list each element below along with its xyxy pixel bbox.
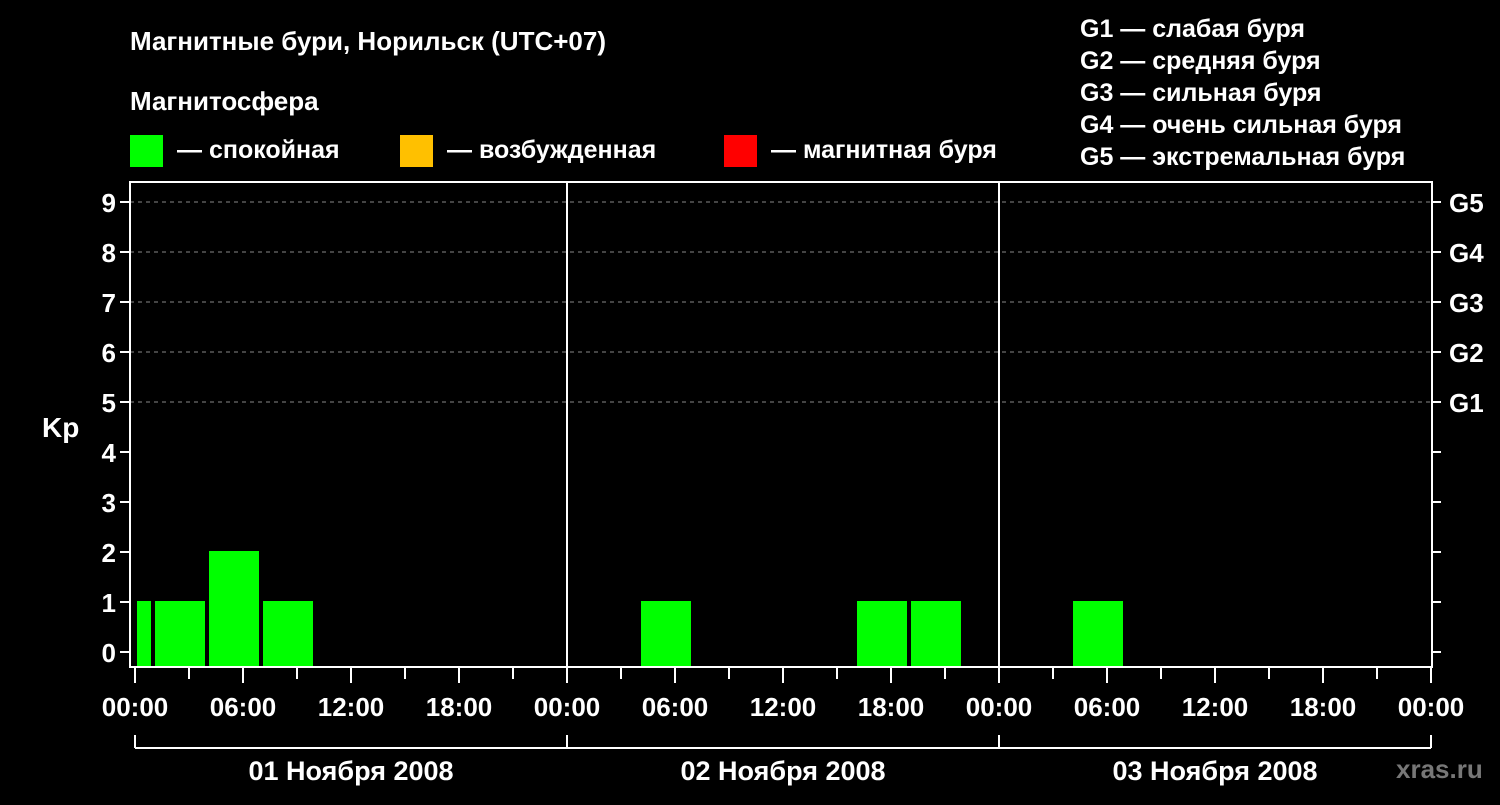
legend-swatch-3	[724, 135, 757, 167]
legend-storm-label-1: G1 — слабая буря	[1080, 15, 1305, 43]
x-tick-label: 12:00	[750, 692, 817, 722]
y-tick-label: 5	[102, 388, 116, 418]
y-tick-label: 1	[102, 588, 116, 618]
bars	[137, 551, 1123, 667]
x-tick-label: 12:00	[1182, 692, 1249, 722]
legend-state-label-2: — возбужденная	[447, 136, 656, 164]
legend-swatch-2	[400, 135, 433, 167]
x-tick-label: 00:00	[534, 692, 601, 722]
kp-bar	[641, 601, 691, 667]
x-tick-label: 12:00	[318, 692, 385, 722]
g-tick-label: G2	[1449, 338, 1484, 368]
g-tick-label: G5	[1449, 188, 1484, 218]
section-label: Магнитосфера	[130, 86, 319, 116]
x-tick-label: 06:00	[642, 692, 709, 722]
x-tick-label: 00:00	[966, 692, 1033, 722]
kp-bar	[263, 601, 313, 667]
kp-bar	[857, 601, 907, 667]
y-tick-label: 2	[102, 538, 116, 568]
y-axis-label: Kp	[42, 412, 79, 443]
chart-title: Магнитные бури, Норильск (UTC+07)	[130, 26, 606, 56]
chart-canvas: Магнитные бури, Норильск (UTC+07) Магнит…	[42, 15, 1484, 786]
legend-storm-label-4: G4 — очень сильная буря	[1080, 111, 1402, 139]
x-tick-label: 18:00	[858, 692, 925, 722]
legend-state-label-3: — магнитная буря	[771, 136, 997, 164]
x-tick-label: 00:00	[1398, 692, 1465, 722]
plot-frame	[129, 181, 1433, 668]
legend-swatch-1	[130, 135, 163, 167]
legend-storm-label-2: G2 — средняя буря	[1080, 47, 1321, 75]
x-tick-label: 06:00	[210, 692, 277, 722]
magnetic-storm-chart: Магнитные бури, Норильск (UTC+07) Магнит…	[0, 0, 1500, 800]
grid	[130, 201, 1432, 403]
kp-bar	[1073, 601, 1123, 667]
g-tick-label: G4	[1449, 238, 1484, 268]
kp-bar	[155, 601, 205, 667]
y-tick-label: 3	[102, 488, 116, 518]
legend-state-label-1: — спокойная	[177, 136, 340, 164]
x-tick-label: 18:00	[1290, 692, 1357, 722]
kp-bar	[137, 601, 151, 667]
day-label: 01 Ноября 2008	[248, 756, 453, 786]
y-tick-label: 8	[102, 238, 116, 268]
legend-storm-label-5: G5 — экстремальная буря	[1080, 143, 1405, 171]
g-tick-label: G1	[1449, 388, 1484, 418]
day-label: 03 Ноября 2008	[1112, 756, 1317, 786]
watermark: xras.ru	[1396, 754, 1483, 784]
legend-storm-label-3: G3 — сильная буря	[1080, 79, 1322, 107]
y-tick-label: 7	[102, 288, 116, 318]
g-tick-label: G3	[1449, 288, 1484, 318]
kp-bar	[209, 551, 259, 667]
y-tick-label: 9	[102, 188, 116, 218]
y-tick-label: 0	[102, 638, 116, 668]
kp-bar	[911, 601, 961, 667]
x-tick-label: 06:00	[1074, 692, 1141, 722]
day-label: 02 Ноября 2008	[680, 756, 885, 786]
axes: 0 1 2 3 4 5 6 7 8 9 G1 G2 G3 G4 G5 00:00 06:00 12:00 18:00…	[102, 181, 1484, 786]
y-tick-label: 6	[102, 338, 116, 368]
x-tick-label: 18:00	[426, 692, 493, 722]
x-tick-label: 00:00	[102, 692, 169, 722]
y-tick-label: 4	[102, 438, 117, 468]
